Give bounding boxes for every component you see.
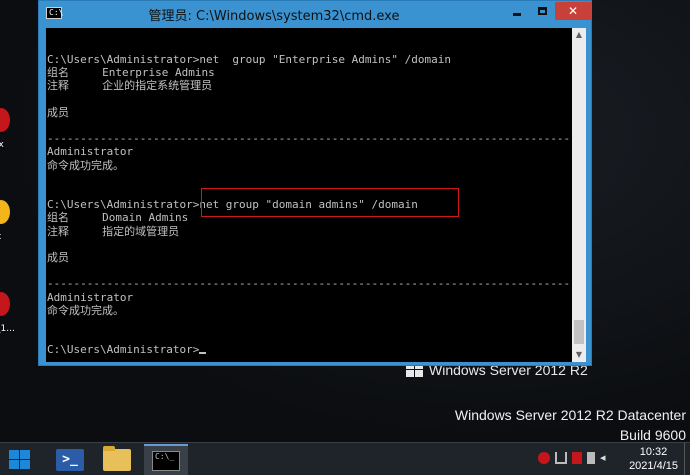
- scrollbar-thumb[interactable]: [574, 320, 584, 344]
- close-icon: ✕: [567, 4, 579, 18]
- console-line: 组名 Enterprise Admins: [47, 66, 215, 80]
- clock-date: 2021/4/15: [629, 460, 678, 472]
- edition-line: Windows Server 2012 R2 Datacenter: [454, 407, 686, 423]
- console-line: C:\Users\Administrator>net group "Enterp…: [47, 53, 451, 66]
- desktop-icon-3[interactable]: _1...: [0, 292, 26, 350]
- desktop-icon-label: x: [0, 232, 1, 242]
- show-desktop-button[interactable]: [684, 443, 690, 475]
- desktop-icon-label: _1...: [0, 324, 15, 334]
- clock-time: 10:32: [639, 446, 668, 458]
- maximize-icon: [537, 7, 547, 15]
- console-line: 注释 指定的域管理员: [47, 224, 180, 238]
- console-line: 命令成功完成。: [47, 303, 124, 317]
- console-line: C:\Users\Administrator>: [47, 343, 200, 357]
- app-icon: [0, 200, 10, 224]
- desktop-icon-label: ix: [0, 140, 4, 150]
- scroll-down-arrow-icon[interactable]: ▼: [572, 348, 586, 362]
- start-button[interactable]: [0, 444, 40, 475]
- folder-icon: [103, 445, 131, 471]
- highlight-box: [201, 188, 459, 217]
- console-line: 成员: [47, 105, 69, 119]
- taskbar-powershell[interactable]: >_: [48, 444, 92, 475]
- console-line: ----------------------------------------…: [47, 132, 571, 146]
- taskbar-file-explorer[interactable]: [95, 444, 139, 475]
- vertical-scrollbar[interactable]: ▲ ▼: [572, 28, 586, 362]
- edition-watermark: Windows Server 2012 R2 Datacenter Build …: [455, 405, 686, 445]
- minimize-button[interactable]: [505, 2, 529, 20]
- console-output[interactable]: C:\Users\Administrator>net group "Enterp…: [46, 28, 572, 362]
- close-button[interactable]: ✕: [555, 2, 591, 20]
- desktop-icon-1[interactable]: ix: [0, 108, 26, 166]
- console-line: Administrator: [47, 145, 134, 159]
- clock[interactable]: 10:32 2021/4/15: [629, 445, 678, 473]
- maximize-button[interactable]: [530, 2, 554, 20]
- alert-icon[interactable]: [572, 452, 582, 464]
- console-line: 组名 Domain Admins: [47, 211, 189, 225]
- scroll-up-arrow-icon[interactable]: ▲: [572, 28, 586, 42]
- console-line: ----------------------------------------…: [47, 277, 571, 291]
- windows-start-icon: [9, 449, 31, 470]
- title-bar[interactable]: C:\ 管理员: C:\Windows\system32\cmd.exe ✕: [39, 1, 591, 27]
- cmd-window[interactable]: C:\ 管理员: C:\Windows\system32\cmd.exe ✕ C…: [38, 0, 592, 366]
- flag-icon[interactable]: [555, 452, 567, 464]
- desktop-icon-2[interactable]: x: [0, 200, 26, 258]
- console-line: 成员: [47, 251, 69, 265]
- system-tray: ◂: [538, 452, 612, 464]
- minimize-icon: [513, 12, 521, 16]
- app-icon: [0, 108, 10, 132]
- taskbar-command-prompt[interactable]: C:\_: [144, 444, 188, 475]
- powershell-icon: >_: [56, 448, 84, 471]
- volume-icon[interactable]: ◂: [600, 452, 612, 464]
- cmd-icon: C:\_: [152, 450, 180, 471]
- taskbar: >_ C:\_ ◂ 10:32 2021/4/15: [0, 442, 690, 475]
- console-line: 命令成功完成。: [47, 158, 124, 172]
- network-icon[interactable]: [587, 452, 595, 464]
- window-title: 管理员: C:\Windows\system32\cmd.exe: [148, 9, 400, 24]
- text-cursor: [199, 352, 207, 355]
- console-line: Administrator: [47, 290, 134, 304]
- console-line: 注释 企业的指定系统管理员: [47, 79, 213, 93]
- app-icon: [0, 292, 10, 316]
- security-icon[interactable]: [538, 452, 550, 464]
